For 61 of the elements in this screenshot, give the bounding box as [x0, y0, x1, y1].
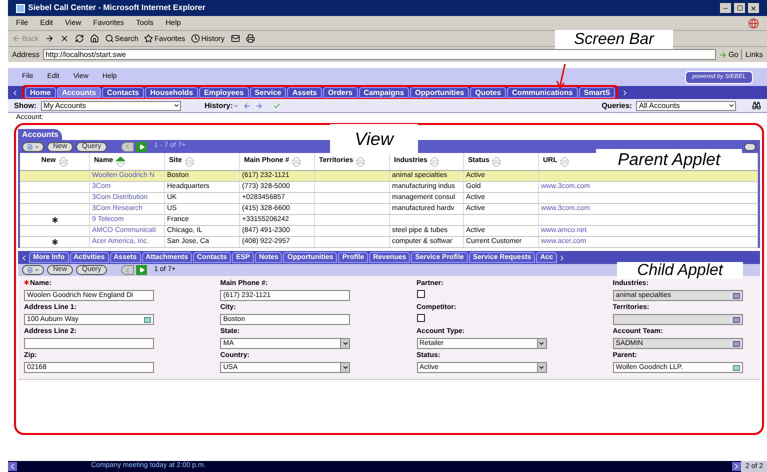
previous-button[interactable]	[121, 142, 134, 152]
checkmark-icon[interactable]	[272, 102, 281, 110]
scroll-left-icon[interactable]	[8, 462, 17, 471]
back-icon	[12, 34, 21, 43]
callout-label: View	[330, 124, 418, 154]
caret-icon	[34, 267, 40, 273]
callout-label: Child Applet	[617, 262, 743, 279]
next-button[interactable]	[136, 142, 148, 152]
clock-icon	[191, 34, 200, 43]
caret-icon	[342, 364, 349, 371]
print-icon[interactable]	[246, 34, 255, 43]
readonly-field[interactable]	[612, 314, 743, 325]
caret-icon	[538, 364, 545, 371]
callout-label: Parent Applet	[596, 149, 742, 170]
text-field[interactable]	[24, 338, 154, 349]
menu-button[interactable]	[22, 142, 44, 152]
maximize-button[interactable]	[734, 3, 745, 13]
refresh-icon[interactable]	[74, 34, 84, 43]
menu-button[interactable]	[22, 265, 44, 275]
play-icon	[138, 144, 145, 150]
caret-icon	[728, 102, 735, 109]
chevron-left-icon	[124, 266, 132, 274]
sort-icon[interactable]	[116, 156, 126, 166]
star-icon	[144, 34, 154, 43]
menu-icon	[26, 144, 32, 150]
close-button[interactable]	[748, 3, 759, 13]
next-button[interactable]	[136, 265, 148, 275]
menu-icon	[26, 267, 32, 273]
checkbox[interactable]	[416, 314, 424, 322]
binoculars-icon[interactable]	[752, 101, 761, 110]
forward-icon[interactable]	[44, 34, 54, 43]
go-icon	[719, 50, 728, 58]
pick-icon	[732, 292, 740, 298]
play-icon	[138, 267, 145, 273]
app-icon	[16, 4, 25, 12]
window-title: Siebel Call Center - Microsoft Internet Explorer	[28, 2, 206, 14]
caret-icon	[538, 340, 545, 347]
stop-icon[interactable]	[60, 34, 69, 43]
caret-icon	[232, 102, 239, 108]
checkbox[interactable]	[416, 290, 424, 298]
scroll-left-icon[interactable]	[20, 254, 28, 262]
minimize-button[interactable]	[720, 3, 731, 13]
caret-icon	[342, 340, 349, 347]
scroll-left-icon[interactable]	[11, 88, 19, 96]
home-icon[interactable]	[90, 34, 99, 43]
back-icon[interactable]	[242, 102, 251, 110]
pick-icon	[732, 316, 740, 322]
globe-icon	[748, 18, 759, 28]
pick-icon	[144, 316, 151, 322]
pick-icon	[732, 364, 740, 370]
scroll-right-icon[interactable]	[732, 462, 742, 471]
mail-icon[interactable]	[230, 34, 240, 43]
chevron-left-icon	[124, 143, 132, 150]
maximize-icon	[736, 5, 742, 11]
callout-label: Screen Bar	[555, 30, 673, 49]
search-icon	[104, 34, 114, 43]
caret-icon	[34, 144, 40, 150]
pick-icon	[732, 340, 740, 346]
close-icon	[750, 4, 757, 12]
caret-icon	[172, 102, 180, 109]
applet-tab[interactable]: Accounts	[18, 129, 62, 140]
